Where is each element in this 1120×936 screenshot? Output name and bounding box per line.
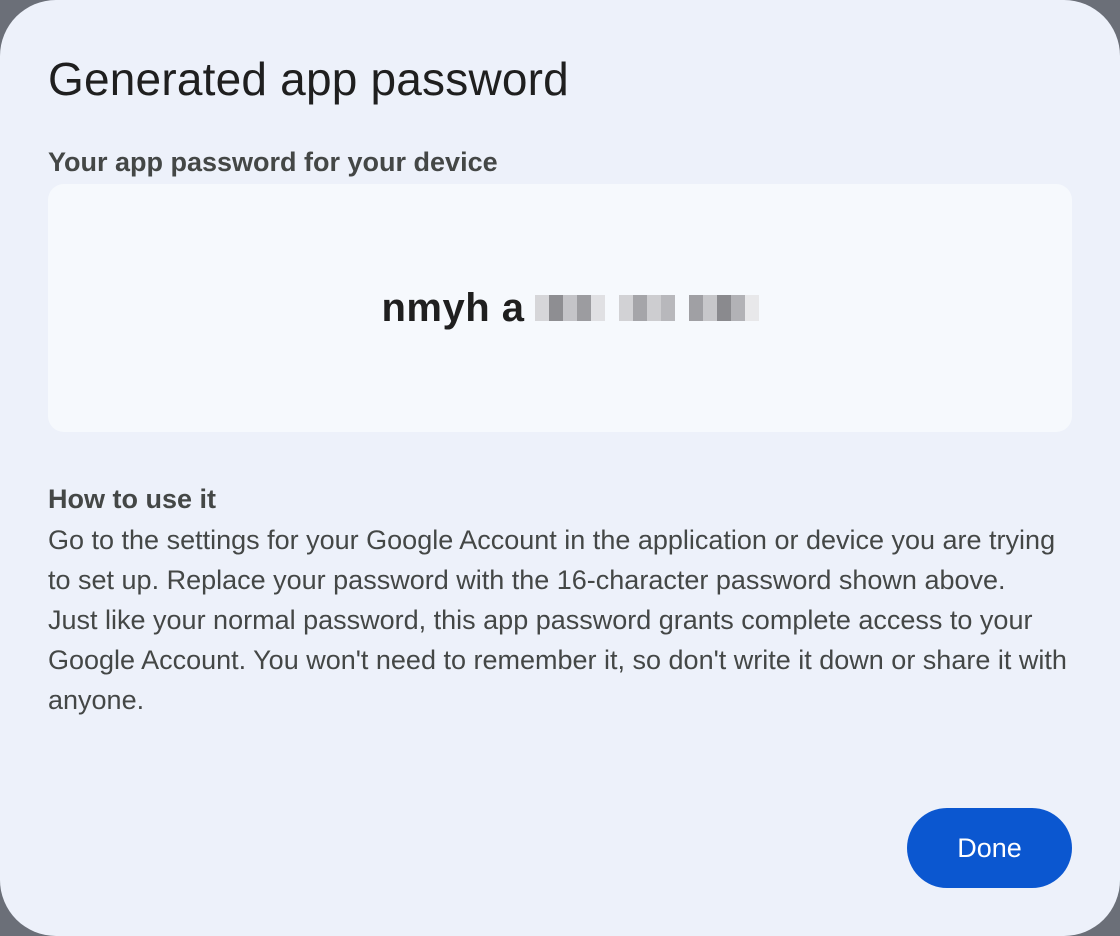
password-display[interactable]: nmyh a [381,285,759,331]
password-pixelated-mask [534,290,759,326]
app-password-dialog: Generated app password Your app password… [0,0,1120,936]
password-visible-text: nmyh a [381,285,525,330]
done-button[interactable]: Done [907,808,1072,888]
help-heading: How to use it [48,484,216,514]
password-label: Your app password for your device [48,147,498,177]
help-paragraph: Go to the settings for your Google Accou… [48,525,1056,595]
password-box: nmyh a [48,184,1072,432]
help-text: Go to the settings for your Google Accou… [48,520,1068,720]
help-paragraph: Just like your normal password, this app… [48,605,1067,715]
dialog-title: Generated app password [48,53,569,105]
